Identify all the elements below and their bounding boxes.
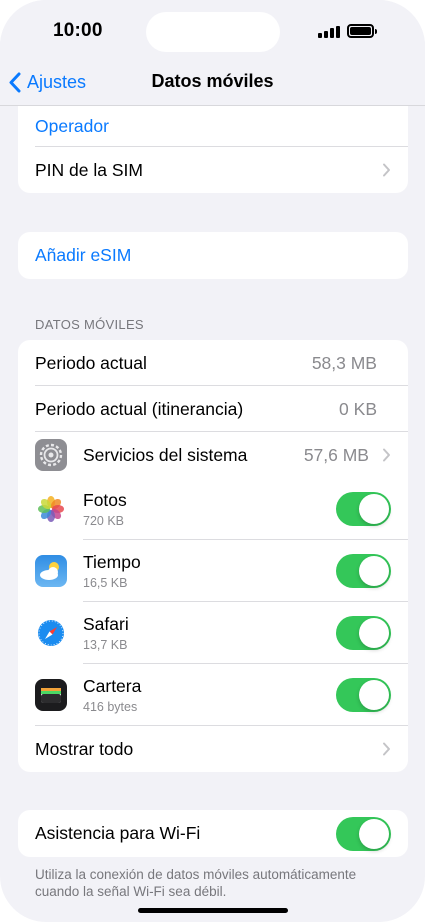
page-title: Datos móviles: [151, 71, 274, 91]
roaming-period-row: Periodo actual (itinerancia) 0 KB: [18, 386, 408, 432]
wallet-toggle[interactable]: [336, 678, 391, 712]
current-period-row: Periodo actual 58,3 MB: [18, 340, 408, 386]
home-indicator[interactable]: [138, 908, 288, 913]
dynamic-island: [146, 12, 280, 52]
photos-toggle[interactable]: [336, 492, 391, 526]
wifi-assist-footer: Utiliza la conexión de datos móviles aut…: [35, 867, 357, 899]
battery-icon: [347, 24, 377, 38]
safari-icon: [35, 617, 67, 649]
show-all-label: Mostrar todo: [35, 738, 134, 759]
weather-toggle[interactable]: [336, 554, 391, 588]
weather-icon: [35, 555, 67, 587]
current-period-label: Periodo actual: [35, 352, 147, 373]
show-all-row[interactable]: Mostrar todo: [18, 726, 408, 772]
esim-group: Añadir eSIM: [18, 232, 408, 279]
add-esim-row[interactable]: Añadir eSIM: [18, 232, 408, 279]
app-name: Tiempo: [83, 552, 141, 572]
system-services-row[interactable]: Servicios del sistema 57,6 MB: [18, 432, 408, 478]
app-name: Cartera: [83, 676, 142, 696]
wifi-assist-toggle[interactable]: [336, 816, 391, 851]
chevron-right-icon: [383, 448, 390, 462]
app-usage: 720 KB: [83, 514, 125, 528]
status-bar: 10:00: [0, 0, 425, 58]
wallet-icon: [35, 679, 67, 711]
sim-pin-row[interactable]: PIN de la SIM: [18, 147, 408, 193]
system-services-value: 57,6 MB: [303, 444, 369, 465]
chevron-right-icon: [383, 163, 390, 177]
operator-row[interactable]: Operador: [18, 106, 408, 147]
status-time: 10:00: [53, 20, 103, 41]
add-esim-label: Añadir eSIM: [35, 245, 132, 265]
app-row-weather: Tiempo 16,5 KB: [18, 540, 408, 602]
cellular-signal-icon: [318, 26, 340, 38]
navigation-bar: Ajustes Datos móviles: [0, 58, 425, 106]
app-usage: 16,5 KB: [83, 576, 128, 590]
gear-icon: [35, 439, 67, 471]
app-name: Fotos: [83, 490, 127, 510]
phone-screen: 10:00 Ajustes Datos móviles Operador PIN…: [0, 0, 425, 922]
sim-group: Operador PIN de la SIM: [18, 106, 408, 193]
chevron-right-icon: [383, 742, 390, 756]
roaming-period-label: Periodo actual (itinerancia): [35, 398, 244, 419]
photos-icon: [35, 493, 67, 525]
roaming-period-value: 0 KB: [339, 398, 377, 419]
app-row-wallet: Cartera 416 bytes: [18, 664, 408, 726]
app-name: Safari: [83, 614, 129, 634]
wifi-assist-group: Asistencia para Wi-Fi: [18, 810, 408, 857]
app-usage: 13,7 KB: [83, 638, 128, 652]
wifi-assist-row: Asistencia para Wi-Fi: [18, 810, 408, 857]
wifi-assist-label: Asistencia para Wi-Fi: [35, 823, 201, 843]
current-period-value: 58,3 MB: [311, 352, 377, 373]
app-usage: 416 bytes: [83, 700, 138, 714]
sim-pin-label: PIN de la SIM: [35, 159, 143, 180]
system-services-label: Servicios del sistema: [83, 444, 248, 465]
app-row-safari: Safari 13,7 KB: [18, 602, 408, 664]
operator-label: Operador: [35, 116, 109, 136]
section-header: DATOS MÓVILES: [35, 317, 144, 332]
settings-list[interactable]: Operador PIN de la SIM Añadir eSIM DATOS…: [0, 106, 425, 922]
cellular-data-group: Periodo actual 58,3 MB Periodo actual (i…: [18, 340, 408, 772]
safari-toggle[interactable]: [336, 616, 391, 650]
app-row-photos: Fotos 720 KB: [18, 478, 408, 540]
